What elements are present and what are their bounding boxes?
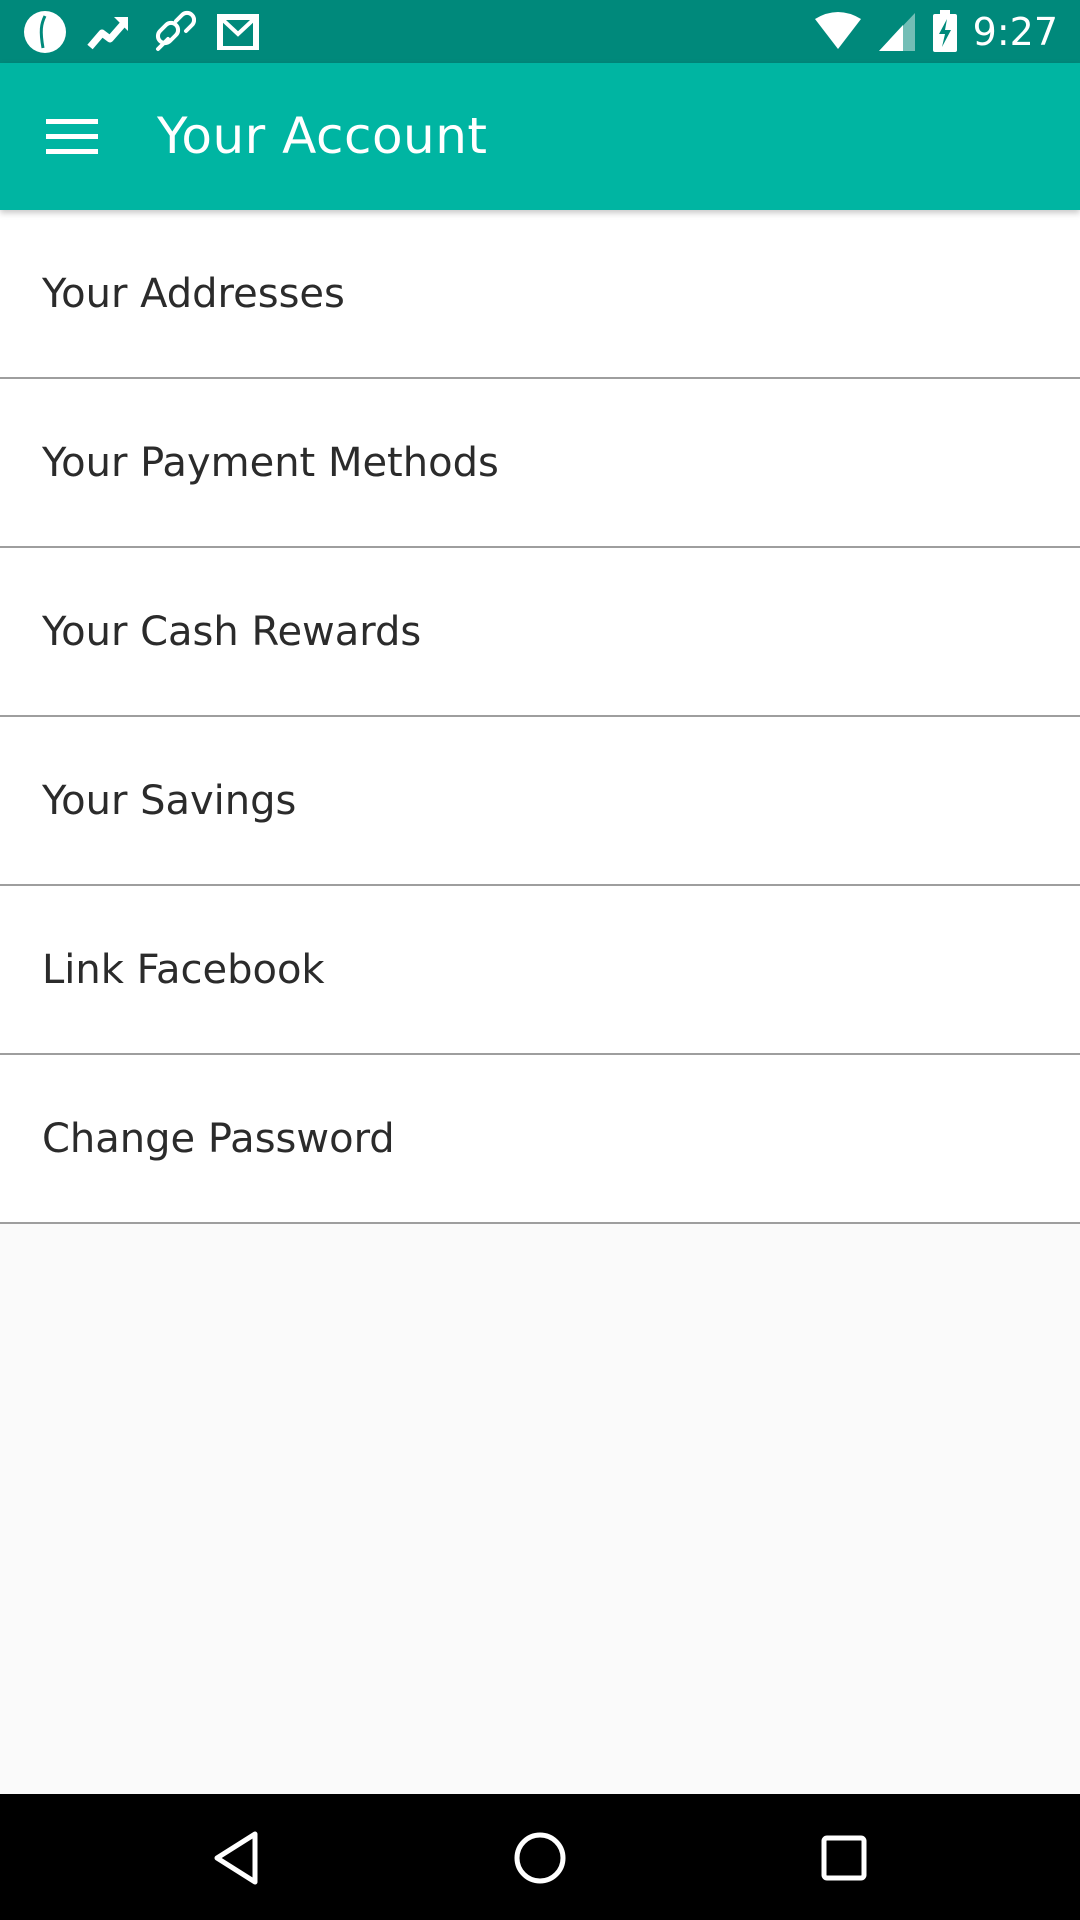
- menu-item-label: Link Facebook: [42, 946, 325, 993]
- menu-item-label: Change Password: [42, 1115, 395, 1162]
- menu-item-link-facebook[interactable]: Link Facebook: [0, 886, 1080, 1055]
- app-bar: Your Account: [0, 63, 1080, 210]
- menu-item-change-password[interactable]: Change Password: [0, 1055, 1080, 1224]
- menu-button[interactable]: [32, 101, 112, 173]
- back-button[interactable]: [200, 1822, 272, 1894]
- hamburger-menu-icon: [46, 119, 98, 154]
- status-time: 9:27: [972, 10, 1058, 54]
- status-bar: 9:27: [0, 0, 1080, 63]
- trending-up-icon: [87, 17, 128, 50]
- drop-icon: [24, 11, 66, 53]
- menu-item-label: Your Cash Rewards: [42, 608, 422, 655]
- page-title: Your Account: [157, 107, 488, 165]
- wifi-icon: [814, 12, 861, 49]
- menu-item-label: Your Payment Methods: [42, 439, 499, 486]
- home-button[interactable]: [504, 1822, 576, 1894]
- menu-item-your-cash-rewards[interactable]: Your Cash Rewards: [0, 548, 1080, 717]
- menu-item-your-payment-methods[interactable]: Your Payment Methods: [0, 379, 1080, 548]
- account-menu-list: Your Addresses Your Payment Methods Your…: [0, 210, 1080, 1224]
- gmail-icon: [217, 14, 259, 50]
- recents-icon: [821, 1835, 867, 1881]
- menu-item-your-savings[interactable]: Your Savings: [0, 717, 1080, 886]
- cellular-signal-icon: [878, 13, 915, 51]
- home-icon: [514, 1832, 566, 1884]
- menu-item-label: Your Savings: [42, 777, 297, 824]
- back-icon: [214, 1831, 258, 1885]
- recents-button[interactable]: [808, 1822, 880, 1894]
- battery-charging-icon: [932, 10, 957, 52]
- navigation-bar: [0, 1794, 1080, 1920]
- link-icon: [155, 10, 196, 51]
- menu-item-label: Your Addresses: [42, 270, 345, 317]
- menu-item-your-addresses[interactable]: Your Addresses: [0, 210, 1080, 379]
